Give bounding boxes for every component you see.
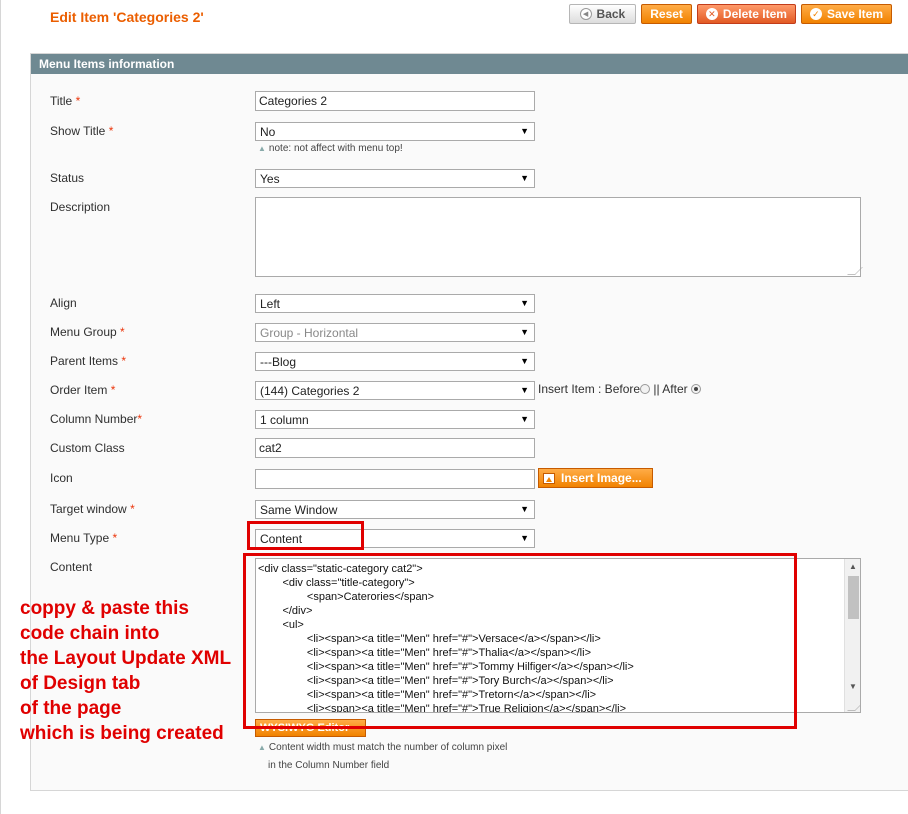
dropdown-arrow-icon: ▼ — [520, 126, 529, 136]
dropdown-arrow-icon: ▼ — [520, 298, 529, 308]
insert-after-radio[interactable] — [690, 384, 701, 394]
show-title-select[interactable]: No ▼ — [255, 122, 535, 141]
show-title-note: ▲ note: not affect with menu top! — [258, 143, 403, 154]
dropdown-arrow-icon: ▼ — [520, 533, 529, 543]
order-item-select[interactable]: (144) Categories 2 ▼ — [255, 381, 535, 400]
dropdown-arrow-icon: ▼ — [520, 414, 529, 424]
insert-before-radio[interactable] — [640, 384, 651, 394]
note-triangle-icon: ▲ — [258, 144, 266, 153]
delete-button-label: Delete Item — [722, 7, 787, 21]
resize-grip-icon[interactable] — [847, 267, 863, 275]
status-select[interactable]: Yes ▼ — [255, 169, 535, 188]
description-textarea[interactable] — [255, 197, 863, 277]
menu-group-label: Menu Group * — [50, 325, 125, 339]
content-scrollbar[interactable]: ▲ ▼ — [844, 559, 860, 712]
annotation-text: coppy & paste this code chain into the Lay… — [20, 596, 231, 746]
scroll-up-icon[interactable]: ▲ — [849, 562, 857, 571]
annotation-line: which is being created — [20, 723, 224, 744]
checkmark-icon: ✓ — [809, 8, 822, 20]
icon-label: Icon — [50, 471, 73, 485]
description-label: Description — [50, 200, 111, 214]
icon-input[interactable] — [255, 469, 535, 489]
content-label: Content — [50, 560, 93, 574]
title-label: Title * — [50, 94, 81, 108]
insert-after-label: After — [662, 382, 688, 396]
align-label: Align — [50, 296, 77, 310]
content-highlight-box — [243, 553, 797, 729]
align-select[interactable]: Left ▼ — [255, 294, 535, 313]
save-button-label: Save Item — [826, 7, 883, 21]
show-title-label: Show Title * — [50, 124, 114, 138]
annotation-line: code chain into — [20, 623, 160, 644]
menu-type-label: Menu Type * — [50, 531, 118, 545]
delete-item-button[interactable]: ✕ Delete Item — [696, 4, 796, 24]
insert-before-label: Insert Item : Before — [538, 382, 641, 396]
content-note-line2: in the Column Number field — [268, 760, 390, 771]
insert-image-button[interactable]: Insert Image... — [538, 468, 653, 488]
content-note-line1: ▲ Content width must match the number of … — [258, 742, 508, 753]
delete-x-icon: ✕ — [705, 8, 718, 20]
column-number-select[interactable]: 1 column ▼ — [255, 410, 535, 429]
page-title: Edit Item 'Categories 2' — [50, 9, 204, 25]
status-label: Status — [50, 171, 85, 185]
insert-position-group: Insert Item : Before || After — [538, 382, 701, 396]
back-arrow-icon: ◀ — [579, 8, 592, 20]
note-triangle-icon: ▲ — [258, 743, 266, 752]
annotation-line: coppy & paste this — [20, 598, 189, 619]
dropdown-arrow-icon: ▼ — [520, 327, 529, 337]
column-number-label: Column Number* — [50, 412, 143, 426]
target-window-select[interactable]: Same Window ▼ — [255, 500, 535, 519]
reset-button[interactable]: Reset — [641, 4, 692, 24]
scroll-down-icon[interactable]: ▼ — [849, 682, 857, 691]
parent-items-label: Parent Items * — [50, 354, 127, 368]
annotation-line: the Layout Update XML — [20, 648, 232, 669]
custom-class-label: Custom Class — [50, 441, 125, 455]
dropdown-arrow-icon: ▼ — [520, 385, 529, 395]
menu-group-select[interactable]: Group - Horizontal ▼ — [255, 323, 535, 342]
insert-image-label: Insert Image... — [561, 471, 642, 485]
annotation-line: of the page — [20, 698, 122, 719]
panel-header: Menu Items information — [31, 54, 908, 74]
annotation-line: of Design tab — [20, 673, 141, 694]
order-item-label: Order Item * — [50, 383, 116, 397]
radio-separator: || — [653, 382, 660, 396]
title-input[interactable]: Categories 2 — [255, 91, 535, 111]
dropdown-arrow-icon: ▼ — [520, 356, 529, 366]
header-buttons: ◀ Back Reset ✕ Delete Item ✓ Save Item — [568, 4, 892, 24]
reset-button-label: Reset — [650, 7, 683, 21]
parent-items-select[interactable]: ---Blog ▼ — [255, 352, 535, 371]
image-icon — [543, 472, 555, 484]
left-border — [0, 0, 6, 814]
scroll-thumb[interactable] — [848, 576, 859, 619]
dropdown-arrow-icon: ▼ — [520, 173, 529, 183]
target-window-label: Target window * — [50, 502, 135, 516]
back-button-label: Back — [596, 7, 626, 21]
custom-class-input[interactable]: cat2 — [255, 438, 535, 458]
menu-type-highlight-box — [247, 521, 364, 550]
save-item-button[interactable]: ✓ Save Item — [800, 4, 892, 24]
dropdown-arrow-icon: ▼ — [520, 504, 529, 514]
back-button[interactable]: ◀ Back — [568, 4, 637, 24]
